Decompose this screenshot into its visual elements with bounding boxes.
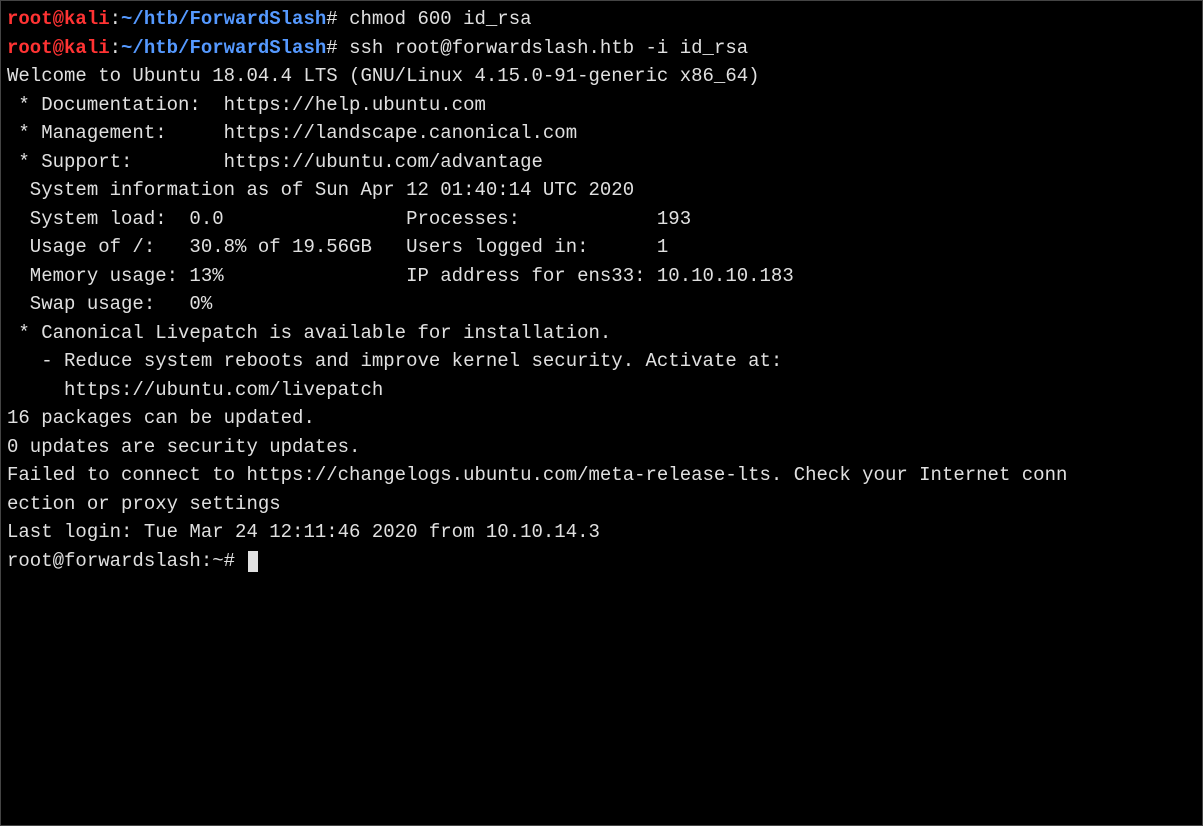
prompt-hash: # <box>326 37 337 59</box>
command-text <box>338 37 349 59</box>
final-prompt-line[interactable]: root@forwardslash:~# <box>7 547 1196 576</box>
fail-line-1: Failed to connect to https://changelogs.… <box>7 461 1196 490</box>
last-login-line: Last login: Tue Mar 24 12:11:46 2020 fro… <box>7 518 1196 547</box>
sysinfo-header: System information as of Sun Apr 12 01:4… <box>7 176 1196 205</box>
welcome-line: Welcome to Ubuntu 18.04.4 LTS (GNU/Linux… <box>7 62 1196 91</box>
command-chmod: chmod 600 id_rsa <box>349 8 531 30</box>
support-line: * Support: https://ubuntu.com/advantage <box>7 148 1196 177</box>
stat-line-1: System load: 0.0 Processes: 193 <box>7 205 1196 234</box>
livepatch-line-3: https://ubuntu.com/livepatch <box>7 376 1196 405</box>
livepatch-line-1: * Canonical Livepatch is available for i… <box>7 319 1196 348</box>
cursor <box>248 551 258 572</box>
livepatch-line-2: - Reduce system reboots and improve kern… <box>7 347 1196 376</box>
prompt-user: root@kali <box>7 8 110 30</box>
stat-line-3: Memory usage: 13% IP address for ens33: … <box>7 262 1196 291</box>
prompt-path: ~/htb/ForwardSlash <box>121 8 326 30</box>
prompt-line-2: root@kali:~/htb/ForwardSlash# ssh root@f… <box>7 34 1196 63</box>
prompt-line-1: root@kali:~/htb/ForwardSlash# chmod 600 … <box>7 5 1196 34</box>
terminal-output[interactable]: root@kali:~/htb/ForwardSlash# chmod 600 … <box>7 5 1196 575</box>
stat-line-2: Usage of /: 30.8% of 19.56GB Users logge… <box>7 233 1196 262</box>
command-text <box>338 8 349 30</box>
prompt-colon: : <box>110 8 121 30</box>
stat-line-4: Swap usage: 0% <box>7 290 1196 319</box>
management-line: * Management: https://landscape.canonica… <box>7 119 1196 148</box>
prompt-hash: # <box>326 8 337 30</box>
prompt-colon: : <box>110 37 121 59</box>
fail-line-2: ection or proxy settings <box>7 490 1196 519</box>
documentation-line: * Documentation: https://help.ubuntu.com <box>7 91 1196 120</box>
command-ssh: ssh root@forwardslash.htb -i id_rsa <box>349 37 748 59</box>
updates-line-1: 16 packages can be updated. <box>7 404 1196 433</box>
updates-line-2: 0 updates are security updates. <box>7 433 1196 462</box>
prompt-path: ~/htb/ForwardSlash <box>121 37 326 59</box>
final-prompt: root@forwardslash:~# <box>7 550 246 572</box>
prompt-user: root@kali <box>7 37 110 59</box>
